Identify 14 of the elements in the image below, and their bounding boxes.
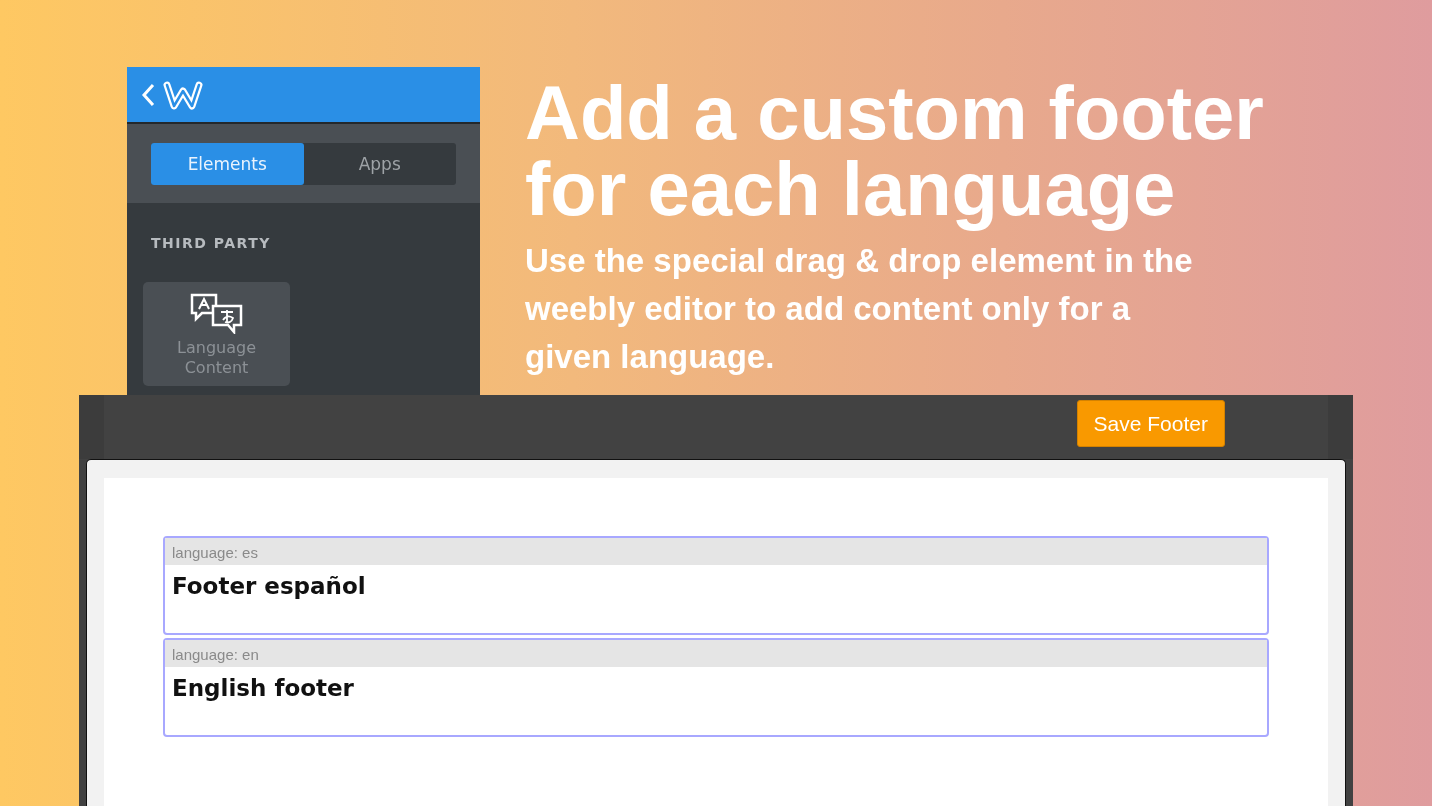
language-tag: language: en	[165, 640, 1267, 667]
speech-bubbles-icon	[188, 292, 245, 334]
language-block[interactable]: language: es Footer español	[163, 536, 1269, 635]
footer-text: Footer español	[171, 572, 367, 601]
language-block[interactable]: language: en English footer	[163, 638, 1269, 737]
logo-icon	[163, 78, 203, 111]
language-tag: language: es	[165, 538, 1267, 565]
element-tile[interactable]: Language Content	[143, 282, 290, 386]
section-title: THIRD PARTY	[150, 234, 272, 251]
subtitle: Use the special drag & drop element in the weebly editor to add content only for a given language.	[525, 241, 1194, 377]
footer-text: English footer	[171, 674, 355, 703]
sidebar-tab[interactable]: Elements	[151, 143, 304, 185]
sidebar-tab[interactable]: Apps	[303, 143, 456, 185]
back-icon[interactable]	[141, 82, 155, 107]
